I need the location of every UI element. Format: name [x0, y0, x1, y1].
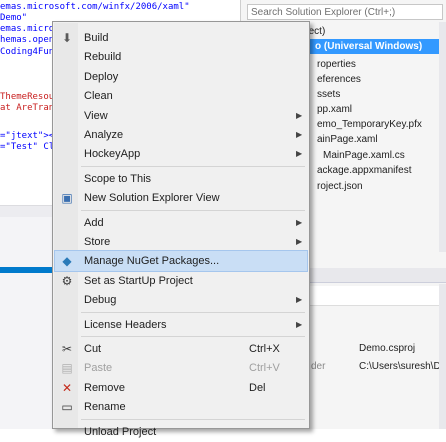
menu-item-rebuild[interactable]: Rebuild — [55, 47, 307, 67]
menu-item-paste: ▤ Paste Ctrl+V — [55, 358, 307, 378]
menu-item-label: Add — [84, 216, 104, 229]
menu-item-add[interactable]: Add ▶ — [55, 213, 307, 233]
menu-item-clean[interactable]: Clean — [55, 86, 307, 106]
solution-tree-item-label: roperties — [317, 59, 356, 70]
paste-icon: ▤ — [61, 361, 73, 376]
menu-separator — [81, 209, 305, 211]
menu-item-deploy[interactable]: Deploy — [55, 67, 307, 87]
solution-tree-item-label: ssets — [317, 89, 341, 100]
solution-tree-item-label: roject.json — [317, 181, 363, 192]
menu-item-view[interactable]: View ▶ — [55, 106, 307, 126]
menu-item-debug[interactable]: Debug ▶ — [55, 290, 307, 310]
property-value: C:\Users\suresh\Do — [359, 361, 446, 372]
submenu-arrow-icon: ▶ — [296, 319, 303, 329]
solution-tree-item-label: MainPage.xaml.cs — [323, 150, 405, 161]
submenu-arrow-icon: ▶ — [296, 217, 303, 227]
submenu-arrow-icon: ▶ — [296, 110, 303, 120]
menu-item-shortcut: Ctrl+V — [249, 362, 280, 375]
properties-scrollbar[interactable] — [439, 284, 446, 429]
menu-item-new-solution-explorer-view[interactable]: ▣ New Solution Explorer View — [55, 188, 307, 208]
solution-tree-item-label: eferences — [317, 74, 361, 85]
build-icon: ⬇ — [61, 31, 73, 45]
code-line: ThemeResou — [0, 92, 55, 102]
menu-item-label: Deploy — [84, 70, 119, 83]
project-context-menu: ⬇ Build Rebuild Deploy Clean View ▶ Analyze ▶ Hoc… — [52, 21, 310, 438]
menu-item-unload-project[interactable]: Unload Project — [55, 422, 307, 442]
menu-item-label: Manage NuGet Packages... — [84, 255, 220, 268]
menu-item-label: Unload Project — [84, 425, 157, 438]
menu-item-label: License Headers — [84, 318, 167, 331]
new-view-icon: ▣ — [61, 191, 73, 206]
menu-item-label: Store — [84, 236, 111, 248]
gear-icon: ⚙ — [61, 273, 73, 288]
menu-item-set-as-startup-project[interactable]: ⚙ Set as StartUp Project — [55, 271, 307, 291]
menu-item-label: Paste — [84, 362, 113, 375]
menu-item-label: View — [84, 109, 108, 122]
menu-item-label: Build — [84, 32, 109, 44]
menu-item-label: HockeyApp — [84, 148, 141, 161]
menu-item-cut[interactable]: ✂ Cut Ctrl+X — [55, 339, 307, 359]
nuget-icon: ◆ — [62, 254, 72, 269]
solution-tree-item-label: pp.xaml — [317, 104, 353, 115]
solution-explorer-search-input[interactable]: Search Solution Explorer (Ctrl+;) — [247, 4, 443, 20]
menu-item-build[interactable]: ⬇ Build — [55, 28, 307, 48]
menu-item-label: Rename — [84, 401, 126, 414]
remove-icon: ✕ — [61, 380, 73, 395]
code-line: emas.microsoft.com/winfx/2006/xaml" — [0, 2, 190, 12]
solution-tree-item-label: ainPage.xaml — [317, 134, 378, 145]
code-line: ="jtext">< — [0, 131, 55, 141]
submenu-arrow-icon: ▶ — [296, 237, 303, 246]
submenu-arrow-icon: ▶ — [296, 130, 303, 139]
menu-item-hockeyapp[interactable]: HockeyApp ▶ — [55, 144, 307, 164]
menu-separator — [81, 418, 305, 420]
scissors-icon: ✂ — [61, 342, 73, 356]
property-name: der — [311, 361, 326, 372]
menu-item-remove[interactable]: ✕ Remove Del — [55, 378, 307, 398]
rename-icon: ▭ — [61, 400, 73, 415]
menu-item-label: Debug — [84, 294, 117, 307]
code-line: at AreTran — [0, 103, 55, 113]
menu-item-manage-nuget-packages[interactable]: ◆ Manage NuGet Packages... — [54, 250, 308, 273]
menu-item-label: Cut — [84, 343, 102, 355]
solution-tree-item-label: ackage.appxmanifest — [317, 165, 412, 176]
menu-item-scope-to-this[interactable]: Scope to This — [55, 169, 307, 189]
menu-separator — [81, 311, 305, 313]
property-value: Demo.csproj — [359, 343, 416, 354]
solution-tree-item-label: emo_TemporaryKey.pfx — [317, 119, 422, 130]
menu-separator — [81, 165, 305, 167]
menu-item-label: Remove — [84, 381, 125, 394]
menu-item-label: Set as StartUp Project — [84, 274, 193, 287]
menu-item-label: Rebuild — [84, 51, 122, 64]
submenu-arrow-icon: ▶ — [296, 149, 303, 159]
menu-item-shortcut: Ctrl+X — [249, 343, 280, 355]
menu-item-rename[interactable]: ▭ Rename — [55, 397, 307, 417]
menu-item-label: New Solution Explorer View — [84, 192, 220, 205]
menu-item-license-headers[interactable]: License Headers ▶ — [55, 315, 307, 335]
code-line: Demo" — [0, 13, 28, 23]
solution-tree-item-label: o (Universal Windows) — [315, 41, 423, 52]
menu-separator — [81, 336, 305, 337]
submenu-arrow-icon: ▶ — [296, 295, 303, 305]
menu-item-shortcut: Del — [249, 381, 266, 394]
menu-item-store[interactable]: Store ▶ — [55, 232, 307, 252]
solution-explorer-scrollbar[interactable] — [439, 22, 446, 252]
menu-item-label: Scope to This — [84, 172, 152, 185]
code-line: Coding4Fun — [0, 47, 55, 57]
menu-item-label: Analyze — [84, 129, 124, 141]
menu-item-analyze[interactable]: Analyze ▶ — [55, 125, 307, 145]
menu-item-label: Clean — [84, 90, 113, 103]
code-line: ="Test" Cl — [0, 142, 55, 152]
